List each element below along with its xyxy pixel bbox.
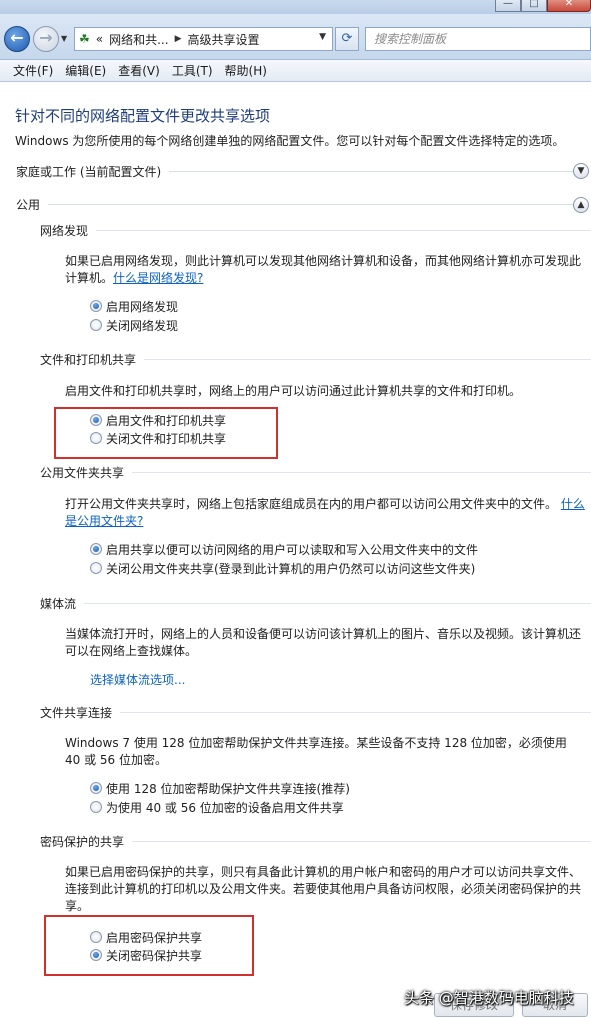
radio-disable-public-folder[interactable]: 关闭公用文件夹共享(登录到此计算机的用户仍然可以访问这些文件夹) (90, 559, 475, 577)
divider (144, 358, 591, 360)
history-dropdown[interactable]: ▼ (61, 34, 67, 43)
address-dropdown-icon[interactable]: ▼ (319, 32, 326, 42)
menu-bar: 文件(F) 编辑(E) 查看(V) 工具(T) 帮助(H) (0, 60, 591, 82)
password-description: 如果已启用密码保护的共享，则只有具备此计算机的用户帐户和密码的用户才可以访问共享… (65, 865, 582, 913)
media-description: 当媒体流打开时，网络上的人员和设备便可以访问该计算机上的图片、音乐以及视频。该计… (65, 627, 582, 658)
radio-label: 关闭网络发现 (106, 318, 179, 333)
radio-button[interactable] (90, 782, 102, 794)
radio-label: 启用网络发现 (106, 299, 179, 314)
network-discovery-help-link[interactable]: 什么是网络发现? (113, 271, 203, 285)
arrow-left-icon: ← (10, 28, 24, 47)
address-field[interactable]: ☘ « 网络和共... ▶ 高级共享设置 ▼ (74, 27, 333, 51)
profile-public-header[interactable]: 公用 (16, 195, 591, 213)
radio-button[interactable] (90, 432, 102, 444)
breadcrumb-advanced-sharing[interactable]: 高级共享设置 (187, 31, 259, 48)
breadcrumb-network[interactable]: 网络和共... (109, 31, 168, 48)
arrow-right-icon: → (39, 28, 53, 47)
radio-button[interactable] (90, 543, 102, 555)
file-sharing-description: Windows 7 使用 128 位加密帮助保护文件共享连接。某些设备不支持 1… (65, 736, 567, 767)
divider (169, 170, 577, 172)
radio-disable-discovery[interactable]: 关闭网络发现 (90, 316, 178, 334)
radio-button[interactable] (90, 801, 102, 813)
public-folder-title: 公用文件夹共享 (40, 465, 125, 480)
divider (48, 203, 577, 205)
breadcrumb-prefix[interactable]: « (96, 32, 103, 46)
divider (96, 229, 591, 231)
network-discovery-title: 网络发现 (40, 223, 89, 238)
radio-label: 启用共享以便可以访问网络的用户可以读取和写入公用文件夹中的文件 (106, 542, 479, 557)
main-content: 针对不同的网络配置文件更改共享选项 Windows 为您所使用的每个网络创建单独… (0, 83, 591, 1018)
radio-disable-file-printer[interactable]: 关闭文件和打印机共享 (90, 429, 226, 447)
refresh-icon: ⟳ (341, 31, 353, 46)
radio-40-56bit[interactable]: 为使用 40 或 56 位加密的设备启用文件共享 (90, 798, 344, 816)
profile-home-header[interactable]: 家庭或工作 (当前配置文件) (16, 162, 591, 180)
divider (132, 471, 591, 473)
radio-label: 启用文件和打印机共享 (106, 413, 227, 428)
title-bar: — □ ✕ (0, 0, 591, 14)
radio-label: 关闭密码保护共享 (106, 948, 203, 963)
divider (84, 602, 591, 604)
radio-button[interactable] (90, 931, 102, 943)
menu-help[interactable]: 帮助(H) (219, 60, 273, 81)
menu-edit[interactable]: 编辑(E) (59, 60, 112, 81)
radio-label: 使用 128 位加密帮助保护文件共享连接(推荐) (106, 781, 350, 796)
close-button[interactable]: ✕ (547, 0, 591, 12)
radio-label: 为使用 40 或 56 位加密的设备启用文件共享 (106, 800, 344, 815)
radio-disable-password[interactable]: 关闭密码保护共享 (90, 946, 202, 964)
password-header: 密码保护的共享 (40, 833, 591, 849)
media-header: 媒体流 (40, 595, 591, 611)
public-folder-text: 打开公用文件夹共享时，网络上包括家庭组成员在内的用户都可以访问公用文件夹中的文件… (65, 497, 558, 511)
radio-button[interactable] (90, 414, 102, 426)
control-panel-icon: ☘ (79, 32, 90, 46)
forward-button[interactable]: → (33, 26, 59, 52)
menu-file[interactable]: 文件(F) (7, 60, 59, 81)
radio-enable-discovery[interactable]: 启用网络发现 (90, 297, 178, 315)
radio-label: 启用密码保护共享 (106, 930, 203, 945)
radio-button[interactable] (90, 319, 102, 331)
profile-home-label: 家庭或工作 (当前配置文件) (16, 164, 162, 179)
radio-label: 关闭公用文件夹共享(登录到此计算机的用户仍然可以访问这些文件夹) (106, 561, 476, 576)
file-printer-description: 启用文件和打印机共享时，网络上的用户可以访问通过此计算机共享的文件和打印机。 (65, 384, 522, 398)
breadcrumb-arrow-icon[interactable]: ▶ (175, 34, 182, 44)
public-folder-description: 打开公用文件夹共享时，网络上包括家庭组成员在内的用户都可以访问公用文件夹中的文件… (65, 496, 585, 530)
profile-public-label: 公用 (16, 197, 41, 212)
maximize-button[interactable]: □ (521, 0, 547, 12)
radio-enable-public-folder[interactable]: 启用共享以便可以访问网络的用户可以读取和写入公用文件夹中的文件 (90, 540, 478, 558)
page-title: 针对不同的网络配置文件更改共享选项 (15, 107, 271, 125)
back-button[interactable]: ← (4, 26, 30, 52)
search-input[interactable]: 搜索控制面板 (365, 27, 591, 51)
collapse-public-button[interactable]: ▲ (573, 197, 589, 213)
watermark: 头条 @智港数码电脑科技 (404, 989, 574, 1007)
window-controls: — □ ✕ (495, 0, 591, 12)
minimize-button[interactable]: — (495, 0, 521, 12)
file-sharing-header: 文件共享连接 (40, 704, 591, 720)
expand-home-button[interactable]: ▼ (573, 163, 589, 179)
refresh-button[interactable]: ⟳ (335, 27, 359, 51)
network-discovery-header: 网络发现 (40, 222, 591, 238)
radio-128bit[interactable]: 使用 128 位加密帮助保护文件共享连接(推荐) (90, 779, 350, 797)
file-printer-title: 文件和打印机共享 (40, 352, 137, 367)
network-discovery-description: 如果已启用网络发现，则此计算机可以发现其他网络计算机和设备，而其他网络计算机亦可… (65, 253, 585, 287)
radio-label: 关闭文件和打印机共享 (106, 431, 227, 446)
divider (120, 711, 591, 713)
chevron-up-icon: ▲ (577, 200, 585, 210)
radio-button[interactable] (90, 562, 102, 574)
divider (132, 840, 591, 842)
menu-view[interactable]: 查看(V) (112, 60, 166, 81)
file-sharing-title: 文件共享连接 (40, 705, 113, 720)
media-title: 媒体流 (40, 596, 77, 611)
media-options-link[interactable]: 选择媒体流选项... (90, 671, 185, 688)
radio-button[interactable] (90, 949, 102, 961)
file-printer-header: 文件和打印机共享 (40, 351, 591, 367)
chevron-down-icon: ▼ (577, 166, 585, 176)
address-toolbar: ← → ▼ ☘ « 网络和共... ▶ 高级共享设置 ▼ ⟳ 搜索控制面板 (0, 14, 591, 60)
password-title: 密码保护的共享 (40, 834, 125, 849)
radio-enable-password[interactable]: 启用密码保护共享 (90, 928, 202, 946)
public-folder-header: 公用文件夹共享 (40, 464, 591, 480)
menu-tools[interactable]: 工具(T) (166, 60, 219, 81)
page-description: Windows 为您所使用的每个网络创建单独的网络配置文件。您可以针对每个配置文… (15, 134, 565, 148)
radio-button[interactable] (90, 300, 102, 312)
radio-enable-file-printer[interactable]: 启用文件和打印机共享 (90, 411, 226, 429)
